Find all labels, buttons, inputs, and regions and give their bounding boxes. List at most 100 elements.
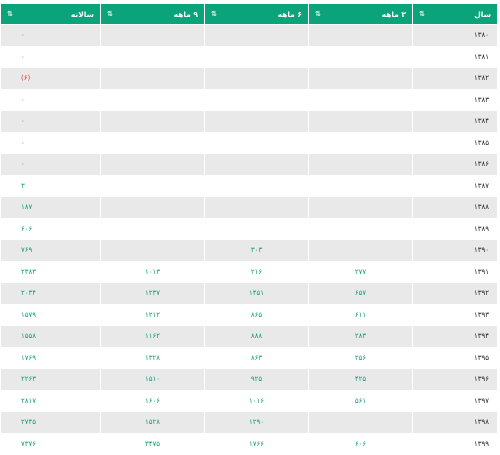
cell-year: ۱۳۹۰: [412, 239, 498, 262]
cell-year: ۱۳۸۵: [412, 131, 498, 154]
cell-q6: ۱۲۹۰: [204, 411, 309, 434]
cell-annual: ۱۵۷۹: [0, 303, 101, 326]
cell-q9: [100, 239, 205, 262]
cell-q6: ۲۱۶: [204, 260, 309, 283]
data-table-container: سال ⇅ ۳ ماهه ⇅ ۶ ماهه ⇅ ۹ ماهه ⇅ سالانه ⇅ ۱۳۸…: [0, 3, 500, 455]
cell-annual: ۷۳۷۶: [0, 432, 101, 455]
cell-q9: [100, 88, 205, 111]
table-row: ۱۳۹۷ ۵۶۱ ۱۰۱۶ ۱۶۰۶ ۲۸۱۷: [0, 389, 498, 412]
sort-icon[interactable]: ⇅: [7, 10, 13, 18]
cell-q3: [308, 110, 413, 133]
sort-icon[interactable]: ⇅: [315, 10, 321, 18]
cell-q3: ۶۱۱: [308, 303, 413, 326]
cell-q6: [204, 196, 309, 219]
sort-icon[interactable]: ⇅: [107, 10, 113, 18]
cell-year: ۱۳۹۸: [412, 411, 498, 434]
cell-q3: [308, 153, 413, 176]
cell-q9: ۱۶۰۶: [100, 389, 205, 412]
cell-annual: ۱۵۵۸: [0, 325, 101, 348]
cell-q6: ۸۶۵: [204, 303, 309, 326]
table-row: ۱۳۹۲ ۶۵۷ ۱۴۵۱ ۱۲۳۷ ۲۰۳۴: [0, 282, 498, 305]
table-row: ۱۳۸۷ ۳: [0, 174, 498, 197]
cell-year: ۱۳۹۷: [412, 389, 498, 412]
table-row: ۱۳۸۴ ۰: [0, 110, 498, 133]
table-row: ۱۳۹۹ ۶۰۶ ۱۷۶۶ ۳۴۷۵ ۷۳۷۶: [0, 432, 498, 455]
cell-q9: [100, 67, 205, 90]
cell-q3: [308, 88, 413, 111]
cell-q9: [100, 110, 205, 133]
cell-annual: ۰: [0, 131, 101, 154]
cell-q3: ۴۲۵: [308, 368, 413, 391]
cell-annual: (۶): [0, 67, 101, 90]
cell-annual: ۰: [0, 45, 101, 68]
cell-q6: ۳۰۳: [204, 239, 309, 262]
cell-q9: ۱۲۱۲: [100, 303, 205, 326]
cell-q9: ۱۰۱۳: [100, 260, 205, 283]
table-row: ۱۳۸۰ ۰: [0, 24, 498, 47]
table-row: ۱۳۸۳ ۰: [0, 88, 498, 111]
cell-q9: [100, 131, 205, 154]
header-annual[interactable]: سالانه ⇅: [0, 3, 101, 25]
cell-q3: ۲۵۶: [308, 346, 413, 369]
cell-q9: [100, 174, 205, 197]
header-9-month[interactable]: ۹ ماهه ⇅: [100, 3, 205, 25]
cell-annual: ۱۷۶۹: [0, 346, 101, 369]
cell-q9: [100, 45, 205, 68]
header-6-month[interactable]: ۶ ماهه ⇅: [204, 3, 309, 25]
header-year-label: سال: [474, 9, 491, 19]
table-row: ۱۳۸۸ ۱۸۷: [0, 196, 498, 219]
cell-q3: [308, 217, 413, 240]
cell-year: ۱۳۹۳: [412, 303, 498, 326]
cell-annual: ۲۷۴۵: [0, 411, 101, 434]
header-year[interactable]: سال ⇅: [412, 3, 498, 25]
cell-year: ۱۳۸۶: [412, 153, 498, 176]
cell-q3: [308, 174, 413, 197]
cell-q3: ۵۶۱: [308, 389, 413, 412]
cell-q9: ۱۵۲۸: [100, 411, 205, 434]
cell-year: ۱۳۸۳: [412, 88, 498, 111]
table-row: ۱۳۸۱ ۰: [0, 45, 498, 68]
cell-q9: [100, 217, 205, 240]
cell-q3: ۶۵۷: [308, 282, 413, 305]
cell-q6: [204, 131, 309, 154]
cell-q3: [308, 196, 413, 219]
cell-year: ۱۳۸۰: [412, 24, 498, 47]
table-row: ۱۳۸۲ (۶): [0, 67, 498, 90]
financial-table: سال ⇅ ۳ ماهه ⇅ ۶ ماهه ⇅ ۹ ماهه ⇅ سالانه ⇅ ۱۳۸…: [0, 3, 498, 455]
cell-year: ۱۳۸۸: [412, 196, 498, 219]
cell-year: ۱۳۹۱: [412, 260, 498, 283]
header-9-month-label: ۹ ماهه: [173, 9, 198, 19]
cell-annual: ۲۳۸۳: [0, 260, 101, 283]
table-row: ۱۳۹۱ ۲۷۷ ۲۱۶ ۱۰۱۳ ۲۳۸۳: [0, 260, 498, 283]
cell-year: ۱۳۸۹: [412, 217, 498, 240]
header-annual-label: سالانه: [70, 9, 94, 19]
sort-icon[interactable]: ⇅: [419, 10, 425, 18]
cell-q6: ۹۲۵: [204, 368, 309, 391]
cell-q3: ۶۰۶: [308, 432, 413, 455]
cell-q3: ۲۷۷: [308, 260, 413, 283]
table-row: ۱۳۹۸ ۱۲۹۰ ۱۵۲۸ ۲۷۴۵: [0, 411, 498, 434]
cell-annual: ۱۸۷: [0, 196, 101, 219]
table-row: ۱۳۸۶ ۰: [0, 153, 498, 176]
header-3-month[interactable]: ۳ ماهه ⇅: [308, 3, 413, 25]
cell-annual: ۷۶۹: [0, 239, 101, 262]
cell-q6: ۸۶۳: [204, 346, 309, 369]
cell-annual: ۶۰۶: [0, 217, 101, 240]
cell-q6: [204, 110, 309, 133]
cell-q6: ۱۴۵۱: [204, 282, 309, 305]
cell-q9: ۳۴۷۵: [100, 432, 205, 455]
table-row: ۱۳۸۹ ۶۰۶: [0, 217, 498, 240]
cell-year: ۱۳۸۷: [412, 174, 498, 197]
cell-q9: ۱۳۲۸: [100, 346, 205, 369]
cell-q9: ۱۱۶۲: [100, 325, 205, 348]
sort-icon[interactable]: ⇅: [211, 10, 217, 18]
table-row: ۱۳۹۳ ۶۱۱ ۸۶۵ ۱۲۱۲ ۱۵۷۹: [0, 303, 498, 326]
table-body: ۱۳۸۰ ۰ ۱۳۸۱ ۰ ۱۳۸۲ (۶) ۱۳۸۳ ۰ ۱۳۸۴ ۰ ۱۳۸۵ ۰ ۱۳۸۶ ۰ ۱۳۸…: [0, 24, 498, 455]
cell-q6: [204, 67, 309, 90]
table-row: ۱۳۹۴ ۲۸۳ ۸۸۸ ۱۱۶۲ ۱۵۵۸: [0, 325, 498, 348]
cell-annual: ۰: [0, 153, 101, 176]
cell-q6: ۱۷۶۶: [204, 432, 309, 455]
header-3-month-label: ۳ ماهه: [381, 9, 406, 19]
cell-year: ۱۳۹۶: [412, 368, 498, 391]
cell-q6: [204, 88, 309, 111]
